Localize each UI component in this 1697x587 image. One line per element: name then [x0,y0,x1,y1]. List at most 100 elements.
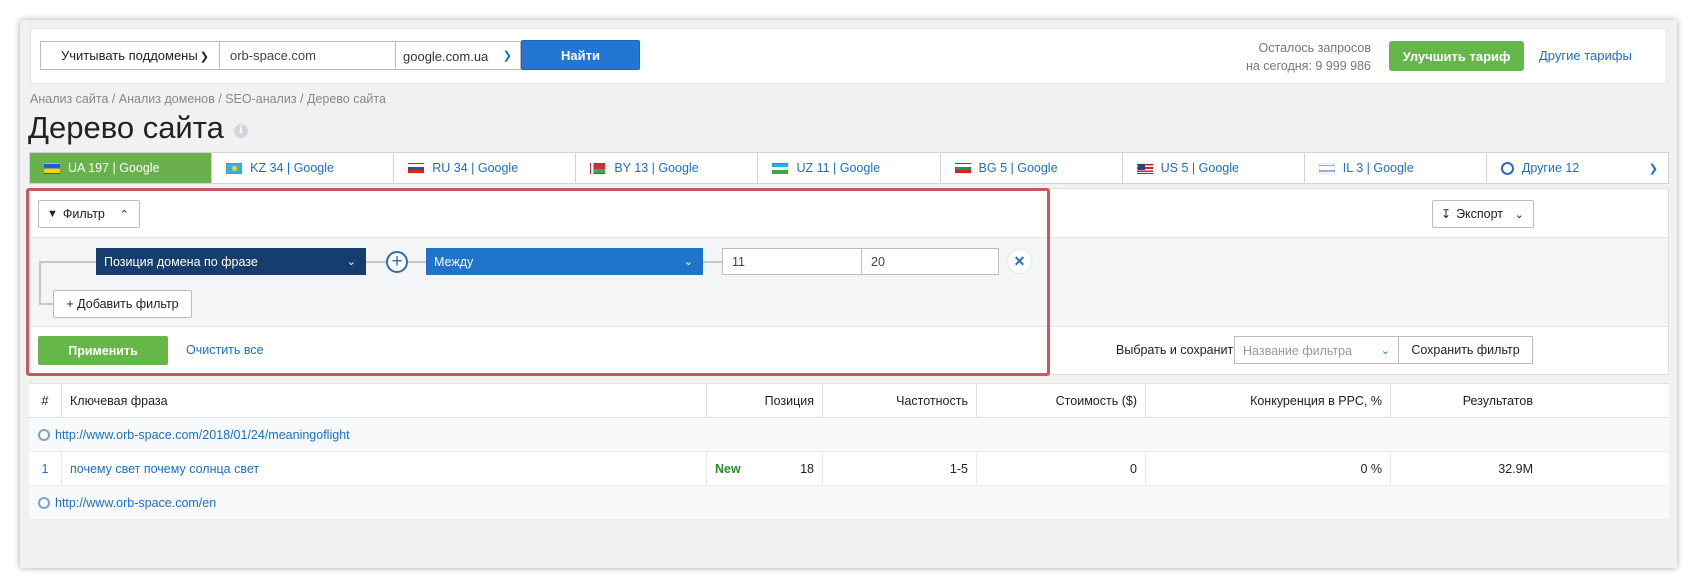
column-header-frequency[interactable]: Частотность [823,384,977,417]
other-tariffs-link[interactable]: Другие тарифы [1539,48,1632,63]
flag-uz-icon [772,162,789,174]
tab-label: Другие 12 [1521,161,1580,175]
table-header: # Ключевая фраза Позиция Частотность Сто… [29,383,1669,418]
tab-label: UZ 11 | Google [796,161,881,175]
tab-label: BY 13 | Google [614,161,699,175]
upgrade-tariff-button[interactable]: Улучшить тариф [1389,41,1524,71]
globe-icon [1500,161,1514,175]
url-group-row: http://www.orb-space.com/en [29,486,1669,520]
save-filter-button[interactable]: Сохранить фильтр [1398,336,1533,364]
column-header-position[interactable]: Позиция [707,384,823,417]
funnel-icon: ▼ [47,208,58,220]
column-header-results[interactable]: Результатов [1391,384,1541,417]
chevron-down-icon: ❯ [502,50,512,62]
flag-ru-icon [408,162,425,174]
filter-name-placeholder: Название фильтра [1243,344,1353,358]
chevron-down-icon: ⌄ [346,256,356,268]
flag-us-icon [1136,162,1153,174]
app-frame: Учитывать поддомены ❯ orb-space.com goog… [20,20,1677,568]
table-row: 1 почему свет почему солнца свет New 18 … [29,452,1669,486]
flag-kz-icon [226,162,243,174]
tab-label: UA 197 | Google [68,161,160,175]
connector-line [366,261,388,263]
remove-condition-icon[interactable]: ✕ [1008,250,1031,273]
row-number: 1 [29,452,62,485]
search-engine-value: google.com.ua [403,49,489,64]
tab-uz[interactable]: UZ 11 | Google [758,153,941,183]
keyword-text[interactable]: почему свет почему солнца свет [70,462,259,476]
filter-conditions: Позиция домена по фразе ⌄ + Между ⌄ 11 2… [30,237,1668,327]
position-cell: New 18 [707,452,823,485]
clear-all-link[interactable]: Очистить все [186,343,264,357]
filter-panel: ▼ Фильтр ⌃ ↧ Экспорт ⌄ Позиция домена по… [29,188,1669,375]
subdomains-select[interactable]: Учитывать поддомены ❯ [40,41,220,70]
tree-line [39,261,41,305]
tab-us[interactable]: US 5 | Google [1123,153,1305,183]
search-panel: Учитывать поддомены ❯ orb-space.com goog… [30,28,1667,84]
search-engine-select[interactable]: google.com.ua ❯ [396,41,521,70]
connector-line [703,261,722,263]
subdomains-label: Учитывать поддомены [61,48,198,63]
position-value: 18 [800,461,814,476]
quota-info: Осталось запросов на сегодня: 9 999 986 [1201,39,1371,75]
info-icon[interactable]: i [233,124,248,138]
tab-ru[interactable]: RU 34 | Google [394,153,577,183]
chevron-down-icon: ⌄ [1514,209,1524,221]
connector-line [408,261,426,263]
domain-input[interactable]: orb-space.com [220,41,396,70]
filter-toggle-button[interactable]: ▼ Фильтр ⌃ [38,200,140,228]
url-group-row: http://www.orb-space.com/2018/01/24/mean… [29,418,1669,452]
quota-line-1: Осталось запросов [1258,41,1371,55]
column-header-keyword[interactable]: Ключевая фраза [62,384,707,417]
tab-label: RU 34 | Google [432,161,519,175]
page-title-row: Дерево сайта i [28,110,248,146]
chevron-down-icon: ❯ [1648,163,1658,175]
globe-icon [38,496,50,509]
chevron-down-icon: ⌄ [683,256,693,268]
add-filter-button[interactable]: + Добавить фильтр [53,290,192,318]
url-link[interactable]: http://www.orb-space.com/en [55,496,216,510]
condition-field-select[interactable]: Позиция домена по фразе ⌄ [96,248,366,275]
column-header-cost[interactable]: Стоимость ($) [977,384,1146,417]
save-choose-label: Выбрать и сохранить [1116,343,1240,357]
tab-kz[interactable]: KZ 34 | Google [212,153,395,183]
value-from-input[interactable]: 11 [722,248,862,275]
flag-ua-icon [44,162,60,174]
column-header-competition[interactable]: Конкуренция в PPC, % [1146,384,1391,417]
tab-by[interactable]: BY 13 | Google [576,153,759,183]
tab-il[interactable]: IL 3 | Google [1305,153,1487,183]
keyword-link[interactable]: почему свет почему солнца свет [62,452,707,485]
competition-cell: 0 % [1146,452,1391,485]
condition-operator-value: Между [434,254,474,269]
globe-icon [38,428,50,441]
results-cell: 32.9M [1498,461,1533,476]
apply-button[interactable]: Применить [38,336,168,365]
filter-name-select[interactable]: Название фильтра ⌄ [1234,336,1399,364]
tab-label: BG 5 | Google [978,161,1058,175]
column-header-num[interactable]: # [29,384,62,417]
find-button[interactable]: Найти [521,40,640,70]
flag-bg-icon [954,162,971,174]
flag-by-icon [590,162,607,174]
tab-others[interactable]: Другие 12 ❯ [1487,153,1668,183]
condition-operator-select[interactable]: Между ⌄ [426,248,703,275]
tab-ua[interactable]: UA 197 | Google [30,153,213,183]
tab-bg[interactable]: BG 5 | Google [941,153,1123,183]
breadcrumb: Анализ сайта / Анализ доменов / SEO-анал… [30,92,386,106]
url-link[interactable]: http://www.orb-space.com/2018/01/24/mean… [55,428,350,442]
results-table: # Ключевая фраза Позиция Частотность Сто… [29,383,1669,520]
chevron-down-icon: ❯ [199,51,209,63]
export-button[interactable]: ↧ Экспорт ⌄ [1432,200,1534,228]
country-tabs: UA 197 | Google KZ 34 | Google RU 34 | G… [29,152,1669,184]
page-title: Дерево сайта [28,110,224,145]
tree-line [39,261,96,263]
condition-field-value: Позиция домена по фразе [104,254,258,269]
chevron-down-icon: ⌄ [1380,345,1390,357]
export-label: Экспорт [1456,207,1504,221]
new-badge: New [715,461,741,476]
tab-label: IL 3 | Google [1342,161,1414,175]
value-to-input[interactable]: 20 [861,248,999,275]
tab-label: KZ 34 | Google [250,161,334,175]
add-condition-icon[interactable]: + [386,251,408,273]
tab-label: US 5 | Google [1160,161,1239,175]
